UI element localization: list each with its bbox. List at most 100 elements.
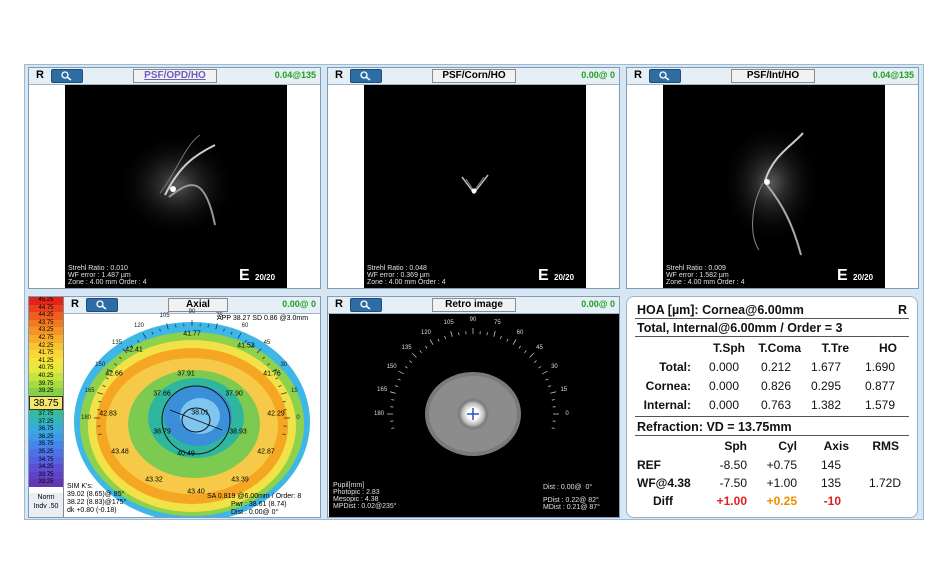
panel-title[interactable]: PSF/OPD/HO bbox=[133, 69, 217, 83]
panel-title[interactable]: PSF/Corn/HO bbox=[432, 69, 516, 83]
scale-step: 43.75 bbox=[29, 319, 63, 328]
degree-label: 90 bbox=[188, 309, 196, 315]
cornea-ttre: 0.295 bbox=[810, 379, 841, 393]
keratometry-value: 41.76 bbox=[263, 370, 281, 378]
keratometry-value: 38.93 bbox=[229, 428, 247, 436]
keratometry-value: 38.79 bbox=[153, 428, 171, 436]
sa-value: SA 0.819 @6.00mm / Order: 8 bbox=[207, 493, 302, 500]
row-label-internal: Internal: bbox=[643, 398, 691, 412]
scale-step: 44.75 bbox=[29, 304, 63, 313]
dist-value: Dist : 0.00@ 0° bbox=[231, 509, 279, 516]
keratometry-value: 38.01 bbox=[191, 409, 209, 417]
zoom-button[interactable] bbox=[86, 298, 118, 312]
panel-value: 0.04@135 bbox=[872, 70, 914, 80]
zoom-button[interactable] bbox=[350, 298, 382, 312]
scale-step: 39.25 bbox=[29, 388, 63, 396]
psf-pattern bbox=[461, 174, 489, 195]
scale-step: 45.25 bbox=[29, 297, 63, 305]
panel-title[interactable]: PSF/Int/HO bbox=[731, 69, 815, 83]
wf-axis: 135 bbox=[820, 476, 841, 490]
zoom-button[interactable] bbox=[51, 69, 83, 83]
ref-row-label: REF bbox=[637, 458, 661, 472]
magnifier-icon bbox=[360, 71, 371, 81]
panel-value: 0.00@ 0 bbox=[581, 70, 615, 80]
magnifier-icon bbox=[659, 71, 670, 81]
eye-indicator[interactable]: R bbox=[33, 69, 47, 82]
cornea-ho: 0.877 bbox=[864, 379, 895, 393]
pwr-value: Pwr : 38.61 (8.74) bbox=[231, 501, 287, 508]
right-margin bbox=[586, 85, 619, 288]
scale-step: 33.25 bbox=[29, 479, 63, 487]
keratometry-value: 42.41 bbox=[125, 346, 143, 354]
panel-title[interactable]: Retro image bbox=[432, 298, 516, 312]
degree-label: 0 bbox=[296, 415, 300, 421]
scale-step: 37.75 bbox=[29, 411, 63, 419]
retro-image[interactable]: 90 105 75 120 60 135 45 150 30 165 15 180 0 Dist : 0… bbox=[329, 314, 619, 517]
degree-label: 135 bbox=[401, 344, 412, 351]
degree-label: 150 bbox=[95, 362, 106, 368]
panel-value: 0.00@ 0 bbox=[282, 299, 316, 309]
scale-step: 43.25 bbox=[29, 327, 63, 335]
internal-tcoma: 0.763 bbox=[760, 398, 791, 412]
scale-step: 42.75 bbox=[29, 335, 63, 343]
keratometry-value: 43.32 bbox=[145, 476, 163, 484]
magnifier-icon bbox=[61, 71, 72, 81]
degree-label: 150 bbox=[386, 364, 397, 370]
scale-step: 44.25 bbox=[29, 312, 63, 320]
scale-step: 34.25 bbox=[29, 464, 63, 472]
axial-panel: 45.25 44.75 44.25 43.75 43.25 42.75 42.25 41.75… bbox=[28, 296, 321, 518]
degree-label: 45 bbox=[536, 344, 543, 351]
zone-order: Zone : 4.00 mm Order : 4 bbox=[68, 279, 147, 286]
diff-axis: -10 bbox=[823, 494, 841, 508]
ref-cyl: +0.75 bbox=[766, 458, 797, 472]
zoom-button[interactable] bbox=[350, 69, 382, 83]
scale-step: 36.25 bbox=[29, 433, 63, 442]
zone-order: Zone : 4.00 mm Order : 4 bbox=[666, 279, 745, 286]
eye-indicator[interactable]: R bbox=[631, 69, 645, 82]
scale-mode[interactable]: Norm Indv .50 bbox=[29, 493, 63, 517]
ref-sph: -8.50 bbox=[719, 458, 747, 472]
total-ttre: 1.677 bbox=[810, 360, 841, 374]
divider bbox=[635, 435, 909, 436]
keratometry-value: 37.90 bbox=[225, 390, 243, 398]
degree-label: 165 bbox=[84, 387, 95, 394]
keratometry-value: 41.77 bbox=[183, 330, 201, 338]
degree-label: 45 bbox=[263, 340, 271, 347]
eye-indicator[interactable]: R bbox=[332, 69, 346, 82]
col-header-ho: HO bbox=[879, 341, 897, 355]
zone-order: Zone : 4.00 mm Order : 4 bbox=[367, 279, 446, 286]
degree-label: 135 bbox=[112, 340, 123, 347]
left-margin bbox=[627, 85, 663, 288]
diff-row-label: Diff bbox=[653, 494, 673, 508]
scale-step: 33.75 bbox=[29, 471, 63, 480]
row-label-total: Total: bbox=[659, 360, 691, 374]
panel-title[interactable]: Axial bbox=[168, 298, 228, 312]
degree-label: 0 bbox=[565, 411, 569, 417]
degree-label: 60 bbox=[241, 323, 249, 330]
panel-header: R PSF/OPD/HO 0.04@135 bbox=[29, 68, 320, 85]
right-margin bbox=[885, 85, 918, 288]
scale-step: 35.75 bbox=[29, 441, 63, 449]
eye-indicator[interactable]: R bbox=[332, 298, 346, 311]
keratometry-value: 42.66 bbox=[105, 370, 123, 378]
acuity-label: 20/20 bbox=[853, 273, 874, 282]
scale-step: 38.75 bbox=[29, 395, 63, 410]
left-margin bbox=[29, 85, 65, 288]
zoom-button[interactable] bbox=[649, 69, 681, 83]
ref-header-sph: Sph bbox=[724, 439, 747, 453]
col-header-tcoma: T.Coma bbox=[758, 341, 801, 355]
keratometry-value: 40.49 bbox=[177, 450, 195, 458]
row-label-cornea: Cornea: bbox=[645, 379, 691, 393]
scale-step: 36.75 bbox=[29, 426, 63, 434]
psf-image: Strehl Ratio : 0.009 WF error : 1.582 µm… bbox=[663, 85, 885, 288]
app-sd: APP 38.27 SD 0.86 @3.0mm bbox=[217, 315, 309, 322]
keratometry-value: 42.83 bbox=[99, 410, 117, 418]
total-tcoma: 0.212 bbox=[760, 360, 791, 374]
mdist-value: MDist : 0.21@ 87° bbox=[543, 504, 600, 511]
degree-label: 120 bbox=[133, 323, 145, 330]
degree-label: 105 bbox=[443, 320, 454, 327]
eye-indicator[interactable]: R bbox=[68, 298, 82, 311]
keratometry-value: 37.66 bbox=[153, 390, 171, 398]
hoa-title: HOA [µm]: Cornea@6.00mm bbox=[637, 303, 804, 317]
scale-step: 39.75 bbox=[29, 380, 63, 389]
